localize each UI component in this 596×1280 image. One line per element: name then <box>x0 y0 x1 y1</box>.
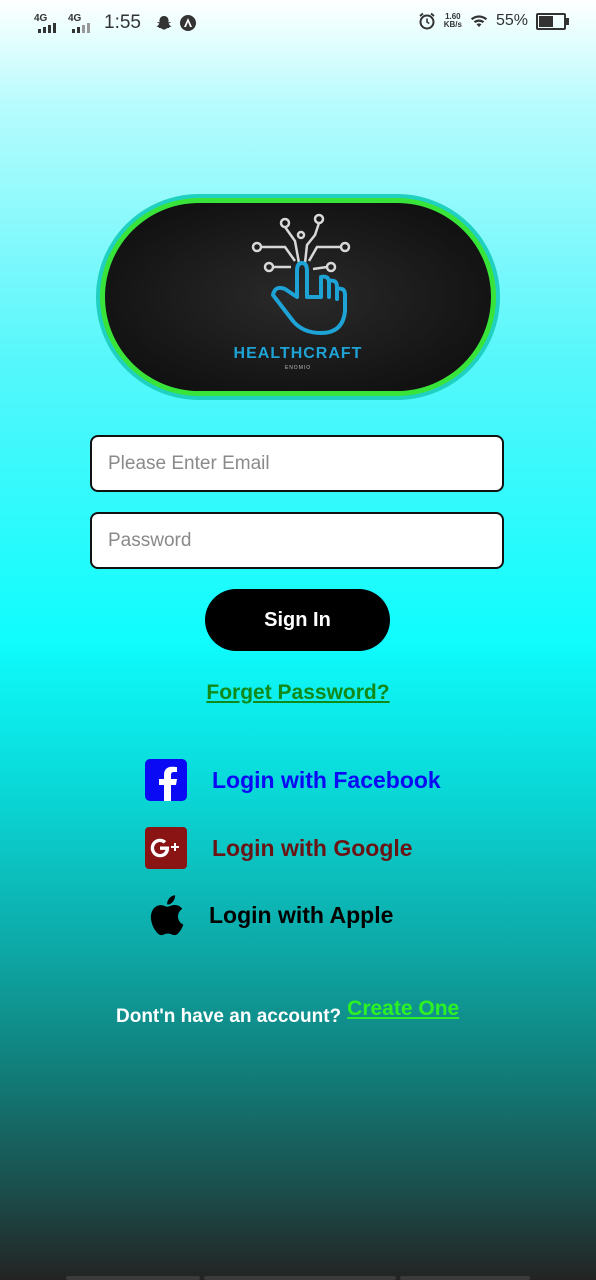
password-field[interactable] <box>90 512 504 569</box>
google-login-label: Login with Google <box>212 834 413 861</box>
notification-icon <box>179 14 197 32</box>
forget-password-link[interactable]: Forget Password? <box>0 681 596 705</box>
signal-icon: 4G <box>34 13 62 33</box>
signal-icon: 4G <box>68 13 96 33</box>
google-plus-icon <box>145 827 187 869</box>
facebook-icon <box>145 759 187 801</box>
email-field[interactable] <box>90 435 504 492</box>
brand-subtitle: ENOMIO <box>284 365 312 371</box>
network-speed: 1.60 KB/s <box>444 13 462 29</box>
password-input[interactable] <box>92 514 502 567</box>
nav-bar-segment <box>204 1276 396 1280</box>
battery-icon <box>536 12 569 30</box>
create-account-link[interactable]: Create One <box>347 997 459 1021</box>
clock: 1:55 <box>104 12 141 33</box>
app-logo: HEALTHCRAFT ENOMIO <box>96 194 500 400</box>
speed-unit: KB/s <box>443 20 462 29</box>
alarm-icon <box>418 12 436 30</box>
google-login-button[interactable]: Login with Google <box>145 827 413 869</box>
facebook-login-label: Login with Facebook <box>212 766 441 793</box>
apple-icon <box>145 893 187 937</box>
email-input[interactable] <box>92 437 502 490</box>
facebook-login-button[interactable]: Login with Facebook <box>145 759 441 801</box>
create-account-row: Dont'n have an account? Create One <box>116 997 459 1028</box>
no-account-text: Dont'n have an account? <box>116 1006 342 1027</box>
circuit-hand-icon <box>251 213 351 335</box>
status-bar: 4G 4G 1:55 1.60 KB/s 55% <box>0 0 596 46</box>
sign-in-button[interactable]: Sign In <box>205 589 390 651</box>
nav-bar-segment <box>400 1276 530 1280</box>
brand-name: HEALTHCRAFT <box>233 345 363 362</box>
wifi-icon <box>470 12 488 30</box>
snapchat-icon <box>155 14 173 32</box>
apple-login-label: Login with Apple <box>209 901 394 928</box>
apple-login-button[interactable]: Login with Apple <box>145 893 393 937</box>
battery-percent: 55% <box>495 12 528 29</box>
battery-level <box>539 15 554 27</box>
nav-bar-segment <box>66 1276 200 1280</box>
